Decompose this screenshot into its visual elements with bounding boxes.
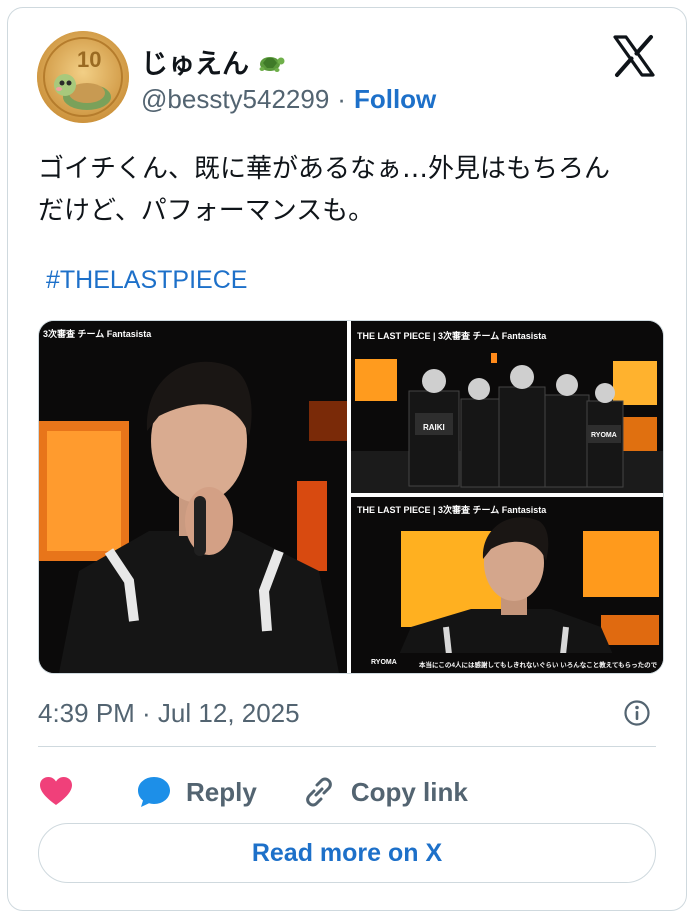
read-more-button[interactable]: Read more on X (38, 823, 656, 883)
image-2-jersey-label-1: RAIKI (423, 423, 445, 432)
link-icon (305, 777, 332, 807)
divider (38, 746, 656, 747)
action-bar: Reply Copy link (38, 772, 468, 812)
reply-bubble-icon (138, 777, 170, 807)
tweet-text-line-2: だけど、パフォーマンスも。 (38, 196, 375, 226)
image-2-caption: THE LAST PIECE | 3次審査 チーム Fantasista (357, 331, 547, 341)
hashtag-link[interactable]: #THELASTPIECE (46, 266, 247, 295)
reply-label: Reply (186, 776, 257, 807)
media-image-1[interactable]: 3次審査 チーム Fantasista (39, 321, 347, 673)
performer-closeup-image (39, 321, 347, 673)
author-handle[interactable]: @bessty542299 (141, 84, 329, 115)
author-handle-row: @bessty542299 · Follow (141, 84, 436, 115)
reply-button[interactable]: Reply (136, 774, 257, 810)
media-image-3[interactable]: THE LAST PIECE | 3次審査 チーム Fantasista RYO… (351, 497, 663, 673)
x-logo-icon[interactable] (612, 34, 656, 78)
media-grid: 3次審査 チーム Fantasista THE LAST PIECE | 3次審… (38, 320, 664, 674)
heart-icon[interactable] (38, 774, 74, 810)
info-icon[interactable] (623, 699, 651, 727)
image-3-subtitle: 本当にこの4人には感謝してもしきれないぐらい いろんなこと教えてもらったので (419, 662, 658, 669)
avatar-coin-turtle-image: 10 (37, 31, 129, 123)
follow-button[interactable]: Follow (354, 84, 436, 115)
tweet-text: ゴイチくん、既に華があるなぁ…外見はもちろん だけど、パフォーマンスも。 (38, 148, 668, 232)
tweet-timestamp[interactable]: 4:39 PM · Jul 12, 2025 (38, 698, 300, 729)
author-name-row: じゅえん (141, 42, 285, 81)
image-2-jersey-label-2: RYOMA (591, 432, 617, 439)
tweet-text-line-1: ゴイチくん、既に華があるなぁ…外見はもちろん (38, 154, 611, 184)
image-3-name-label: RYOMA (371, 659, 397, 666)
author-display-name[interactable]: じゅえん (141, 42, 249, 81)
turtle-icon (259, 56, 285, 72)
media-image-2[interactable]: THE LAST PIECE | 3次審査 チーム Fantasista RAI… (351, 321, 663, 493)
tweet-card: 10 じゅえん @bessty542299 · Follow ゴイチくん、既に華… (7, 7, 687, 911)
copy-link-button[interactable]: Copy link (301, 774, 468, 810)
avatar[interactable]: 10 (37, 31, 129, 123)
separator-dot: · (337, 84, 346, 114)
copy-link-label: Copy link (350, 776, 468, 807)
image-1-caption: 3次審査 チーム Fantasista (43, 329, 152, 339)
image-3-caption: THE LAST PIECE | 3次審査 チーム Fantasista (357, 505, 547, 515)
group-performance-image (351, 321, 663, 493)
svg-text:10: 10 (77, 47, 101, 72)
performer-portrait-image (351, 497, 663, 673)
